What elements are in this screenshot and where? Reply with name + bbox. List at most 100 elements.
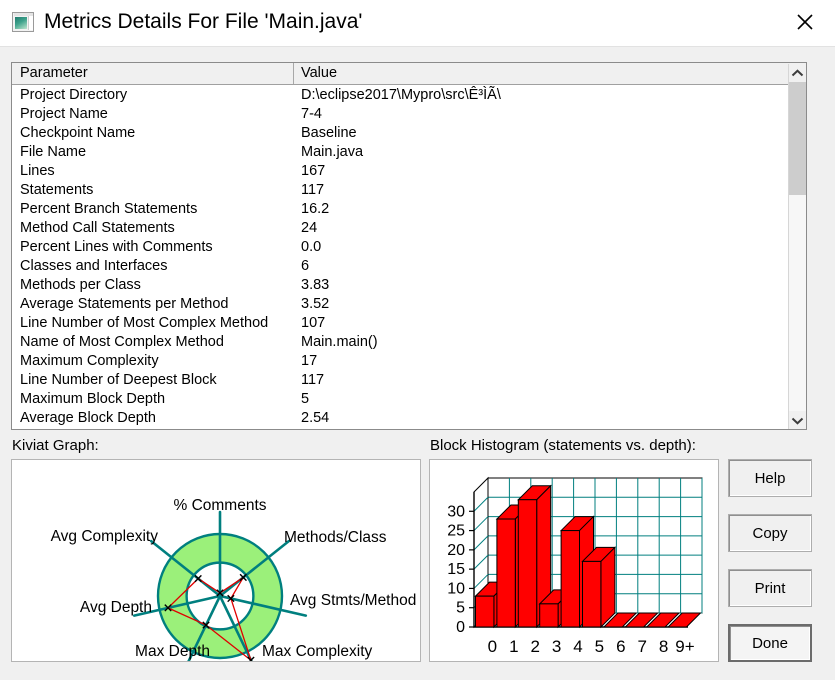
- table-row[interactable]: Project Directory D:\eclipse2017\Mypro\sr…: [13, 86, 793, 105]
- cell-value: 0.0: [301, 239, 322, 255]
- cell-parameter: Percent Branch Statements: [20, 201, 198, 217]
- window-title: Metrics Details For File 'Main.java': [44, 10, 363, 33]
- kiviat-axis-label: Max Depth: [135, 643, 210, 660]
- cell-value: 2.54: [301, 410, 330, 426]
- cell-parameter: Percent Lines with Comments: [20, 239, 213, 255]
- cell-value: 107: [301, 315, 326, 331]
- table-row[interactable]: Methods per Class 3.83: [13, 276, 793, 295]
- column-header-parameter[interactable]: Parameter: [13, 63, 294, 84]
- kiviat-axis-label: Methods/Class: [284, 529, 387, 546]
- metrics-table[interactable]: Parameter Value Project Directory D:\ecli…: [11, 62, 807, 430]
- table-row[interactable]: File Name Main.java: [13, 143, 793, 162]
- histogram-x-tick-label: 8: [659, 637, 668, 656]
- table-row[interactable]: Percent Lines with Comments 0.0: [13, 238, 793, 257]
- cell-value: 5: [301, 391, 310, 407]
- cell-value: 117: [301, 372, 325, 388]
- histogram-y-tick-label: 5: [456, 600, 465, 617]
- cell-value: 7-4: [301, 106, 322, 122]
- chevron-up-icon[interactable]: [789, 64, 806, 82]
- histogram-x-tick-label: 6: [616, 637, 625, 656]
- cell-value: Main.java: [301, 144, 364, 160]
- histogram-y-tick-label: 15: [447, 561, 465, 578]
- cell-parameter: Methods per Class: [20, 277, 141, 293]
- chevron-down-icon[interactable]: [789, 411, 806, 429]
- cell-value: Main.main(): [301, 334, 378, 350]
- histogram-x-tick-label: 4: [573, 637, 582, 656]
- kiviat-axis-label: Avg Stmts/Method: [290, 592, 416, 609]
- kiviat-graph-panel: % Comments Methods/Class Avg Stmts/Method M…: [11, 459, 421, 662]
- cell-value: Baseline: [301, 125, 357, 141]
- cell-value: 167: [301, 163, 326, 179]
- block-histogram-label: Block Histogram (statements vs. depth):: [430, 437, 696, 454]
- cell-parameter: Method Call Statements: [20, 220, 175, 236]
- table-row[interactable]: Project Name 7-4: [13, 105, 793, 124]
- cell-value: 16.2: [301, 201, 330, 217]
- cell-parameter: Line Number of Most Complex Method: [20, 315, 269, 331]
- table-header-row: Parameter Value: [12, 63, 806, 85]
- block-histogram-chart: 0510152025300 1 2 3 4 5 6 7 8 9+: [447, 476, 703, 656]
- kiviat-graph-chart: % Comments Methods/Class Avg Stmts/Method M…: [51, 497, 416, 661]
- table-row[interactable]: Maximum Block Depth 5: [13, 390, 793, 409]
- table-row[interactable]: Maximum Complexity 17: [13, 352, 793, 371]
- histogram-bar: [581, 546, 617, 629]
- histogram-y-tick-label: 10: [447, 580, 465, 597]
- kiviat-graph-label: Kiviat Graph:: [12, 437, 99, 454]
- histogram-x-tick-label: 5: [595, 637, 604, 656]
- table-row[interactable]: Line Number of Most Complex Method 107: [13, 314, 793, 333]
- cell-value: 117: [301, 182, 325, 198]
- block-histogram-panel: 0 5 10 15 20 25 30 0 1 2 3 4 5 6 7 8 9+: [429, 459, 719, 662]
- cell-parameter: Average Statements per Method: [20, 296, 229, 312]
- cell-parameter: Classes and Interfaces: [20, 258, 168, 274]
- close-icon[interactable]: [787, 6, 823, 38]
- table-row[interactable]: Line Number of Deepest Block 117: [13, 371, 793, 390]
- cell-value: 17: [301, 353, 318, 369]
- table-row[interactable]: Average Block Depth 2.54: [13, 409, 793, 428]
- table-row[interactable]: Average Statements per Method 3.52: [13, 295, 793, 314]
- cell-parameter: Line Number of Deepest Block: [20, 372, 217, 388]
- histogram-y-tick-label: 30: [447, 503, 465, 520]
- cell-value: 24: [301, 220, 318, 236]
- cell-parameter: Name of Most Complex Method: [20, 334, 224, 350]
- cell-value: 3.52: [301, 296, 330, 312]
- table-row[interactable]: Method Call Statements 24: [13, 219, 793, 238]
- cell-value: D:\eclipse2017\Mypro\src\Ê³ÌÃ\: [301, 87, 501, 103]
- table-row[interactable]: Classes and Interfaces 6: [13, 257, 793, 276]
- histogram-y-tick-label: 20: [447, 542, 465, 559]
- cell-parameter: Project Directory: [20, 87, 128, 103]
- cell-parameter: Statements: [20, 182, 94, 198]
- kiviat-axis-label: % Comments: [173, 497, 266, 514]
- done-button[interactable]: Done: [728, 624, 812, 662]
- print-button[interactable]: Print: [728, 569, 812, 607]
- histogram-x-tick-label: 1: [509, 637, 518, 656]
- copy-button[interactable]: Copy: [728, 514, 812, 552]
- column-header-value[interactable]: Value: [294, 63, 789, 84]
- kiviat-axis-label: Avg Depth: [80, 599, 152, 616]
- cell-parameter: Average Block Depth: [20, 410, 156, 426]
- table-row[interactable]: Lines 167: [13, 162, 793, 181]
- kiviat-axis-label: Max Complexity: [262, 643, 372, 660]
- cell-parameter: Lines: [20, 163, 55, 179]
- cell-parameter: File Name: [20, 144, 87, 160]
- histogram-x-tick-label: 2: [530, 637, 539, 656]
- table-row[interactable]: Checkpoint Name Baseline: [13, 124, 793, 143]
- histogram-x-tick-label: 3: [552, 637, 561, 656]
- table-row[interactable]: Name of Most Complex Method Main.main(): [13, 333, 793, 352]
- table-vertical-scrollbar[interactable]: [788, 64, 806, 429]
- kiviat-axis-label: Avg Complexity: [51, 528, 159, 545]
- dialog-client-area: Parameter Value Project Directory D:\ecli…: [0, 46, 835, 680]
- scrollbar-thumb[interactable]: [789, 82, 806, 195]
- histogram-y-tick-label: 25: [447, 523, 465, 540]
- table-row[interactable]: Statements 117: [13, 181, 793, 200]
- cell-parameter: Maximum Complexity: [20, 353, 159, 369]
- help-button[interactable]: Help: [728, 459, 812, 497]
- metrics-window-icon: [12, 12, 34, 32]
- table-row[interactable]: Percent Branch Statements 16.2: [13, 200, 793, 219]
- cell-parameter: Project Name: [20, 106, 108, 122]
- table-body: Project Directory D:\eclipse2017\Mypro\sr…: [13, 86, 793, 428]
- histogram-x-tick-label: 9+: [675, 637, 694, 656]
- histogram-y-tick-label: 0: [456, 619, 465, 636]
- cell-value: 3.83: [301, 277, 330, 293]
- cell-value: 6: [301, 258, 310, 274]
- cell-parameter: Maximum Block Depth: [20, 391, 166, 407]
- cell-parameter: Checkpoint Name: [20, 125, 136, 141]
